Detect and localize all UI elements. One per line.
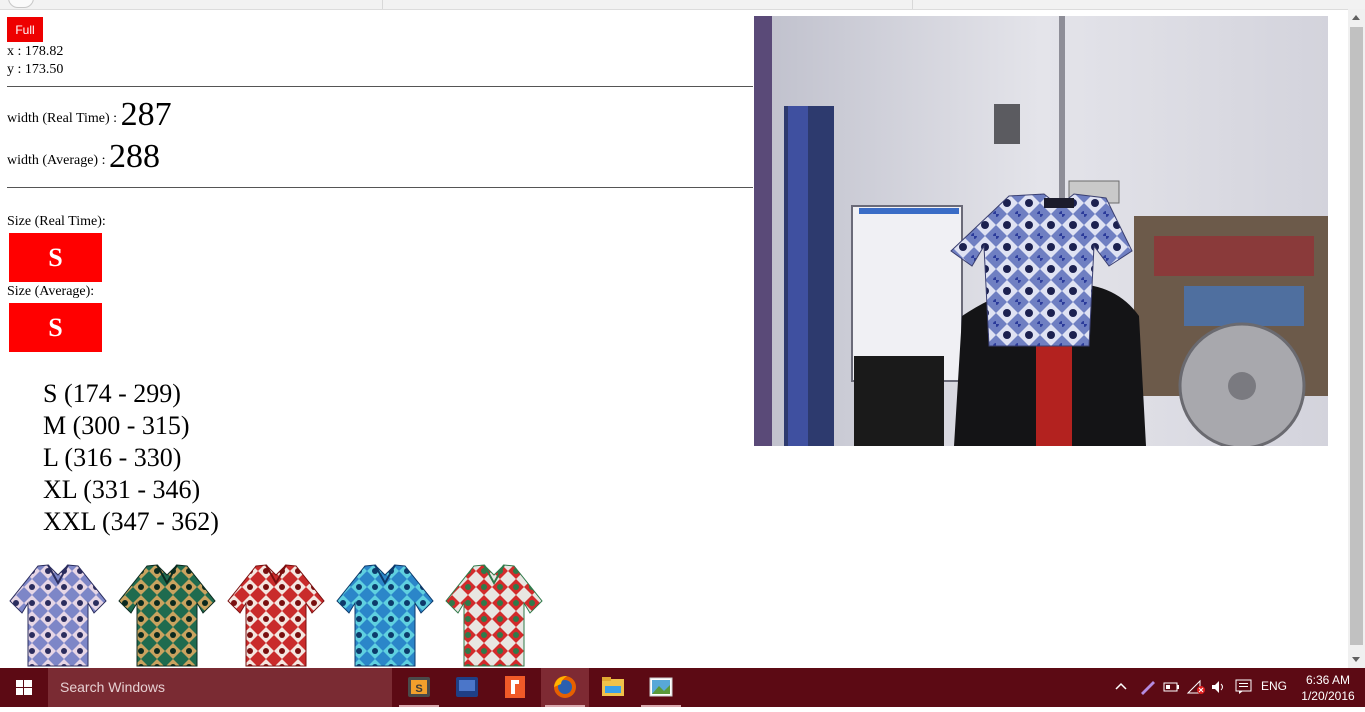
size-range-m: M (300 - 315) <box>43 411 190 440</box>
turquoise-batik-shirt[interactable] <box>335 563 435 668</box>
show-hidden-icons-chevron-icon[interactable] <box>1114 679 1128 696</box>
photos-taskbar-icon[interactable] <box>637 668 685 707</box>
toolbar-divider <box>912 0 913 9</box>
scrollbar-thumb[interactable] <box>1350 27 1363 645</box>
clock-date: 1/20/2016 <box>1301 689 1355 703</box>
divider <box>7 187 753 188</box>
browser-tab-edge[interactable] <box>8 0 34 8</box>
coord-y: y : 173.50 <box>7 62 64 77</box>
clock-time: 6:36 AM <box>1305 673 1351 687</box>
width-realtime-row: width (Real Time) : 287 <box>7 96 172 134</box>
action-center-icon[interactable] <box>1235 679 1253 698</box>
green-batik-shirt[interactable] <box>117 563 217 668</box>
size-chart: S (174 - 299) M (300 - 315) L (316 - 330… <box>43 378 219 538</box>
width-average-value: 288 <box>108 138 160 175</box>
size-realtime-badge: S <box>9 233 102 282</box>
network-disconnected-icon[interactable] <box>1186 679 1206 698</box>
coord-x: x : 178.82 <box>7 44 64 59</box>
flash-player-taskbar-icon[interactable] <box>443 668 491 707</box>
width-realtime-value: 287 <box>120 96 172 133</box>
size-range-xl: XL (331 - 346) <box>43 475 201 504</box>
svg-text:S: S <box>415 683 422 695</box>
size-average-label: Size (Average): <box>7 284 95 299</box>
browser-chrome-top <box>0 0 1365 10</box>
size-realtime-label: Size (Real Time): <box>7 214 106 229</box>
taskbar-clock[interactable]: 6:36 AM 1/20/2016 <box>1296 672 1360 704</box>
pen-icon[interactable] <box>1138 679 1156 698</box>
pdf-reader-taskbar-icon[interactable] <box>491 668 539 707</box>
file-explorer-taskbar-icon[interactable] <box>589 668 637 707</box>
battery-icon[interactable] <box>1163 679 1181 698</box>
windows-taskbar: Search Windows S ENG 6:36 AM 1/20/2016 <box>0 668 1365 707</box>
scroll-up-arrow-icon[interactable] <box>1352 15 1360 20</box>
size-range-s: S (174 - 299) <box>43 379 181 408</box>
start-button[interactable] <box>0 668 48 707</box>
divider <box>7 86 753 87</box>
search-placeholder: Search Windows <box>60 679 166 695</box>
size-average-badge: S <box>9 303 102 352</box>
windows-logo-icon <box>16 680 32 695</box>
taskbar-search-box[interactable]: Search Windows <box>48 668 392 707</box>
size-range-xxl: XXL (347 - 362) <box>43 507 219 536</box>
scroll-down-arrow-icon[interactable] <box>1352 657 1360 662</box>
size-range-l: L (316 - 330) <box>43 443 182 472</box>
red-batik-shirt[interactable] <box>226 563 326 668</box>
width-average-label: width (Average) : <box>7 153 109 168</box>
volume-icon[interactable] <box>1210 679 1228 698</box>
width-average-row: width (Average) : 288 <box>7 138 160 176</box>
firefox-taskbar-icon[interactable] <box>541 668 589 707</box>
blue-batik-shirt[interactable] <box>8 563 108 668</box>
sublime-text-taskbar-icon[interactable]: S <box>395 668 443 707</box>
width-realtime-label: width (Real Time) : <box>7 111 121 126</box>
toolbar-divider <box>382 0 383 9</box>
input-language[interactable]: ENG <box>1261 679 1287 693</box>
vertical-scrollbar[interactable] <box>1348 9 1365 668</box>
camera-feed <box>754 16 1328 446</box>
white-floral-batik-shirt[interactable] <box>444 563 544 668</box>
camera-scene <box>754 16 1328 446</box>
full-button[interactable]: Full <box>7 17 43 42</box>
